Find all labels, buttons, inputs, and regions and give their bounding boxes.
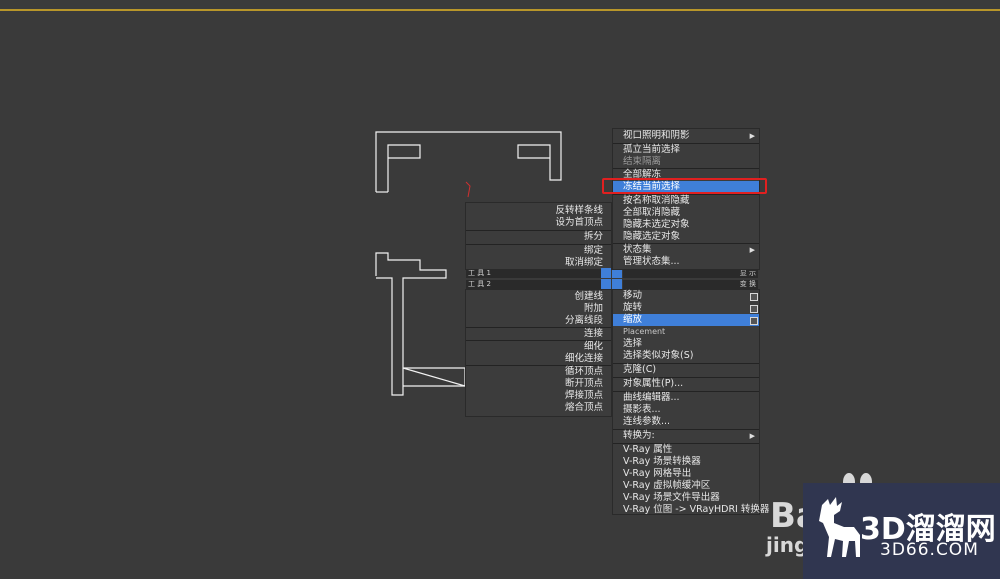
site-watermark-domain: 3D66.COM bbox=[880, 540, 979, 560]
deer-logo-icon bbox=[819, 497, 860, 557]
